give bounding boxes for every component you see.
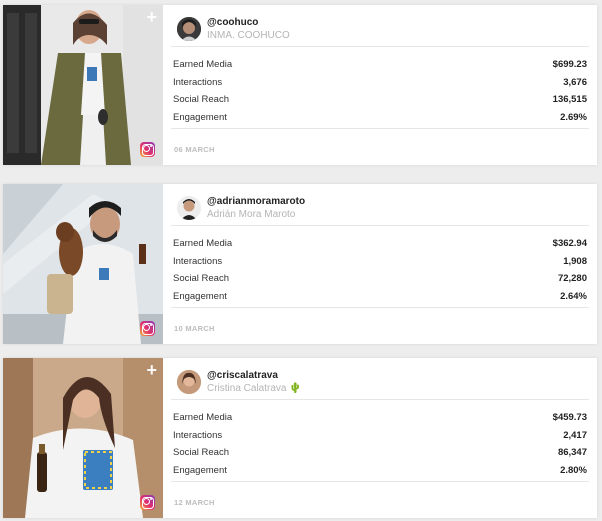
metric-value: 3,676 [563,76,587,88]
metric-row-engagement: Engagement 2.69% [171,110,589,128]
photo-criscalatrava-image [3,358,163,518]
post-info: @coohuco INMA. COOHUCO Earned Media $699… [171,5,589,165]
post-date: 06 MARCH [174,145,215,154]
metric-row-social-reach: Social Reach 86,347 [171,445,589,463]
avatar[interactable] [177,370,201,394]
post-card-coohuco[interactable]: + @coohuco INMA. COOHUCO Earned Media $6… [3,5,597,165]
photo-coohuco-image [3,5,163,165]
profile-name: Adrián Mora Maroto [207,209,296,220]
profile-handle[interactable]: @coohuco [207,17,258,28]
metric-value: 1,908 [563,255,587,267]
metric-value: 2,417 [563,429,587,441]
metric-label: Engagement [173,111,227,123]
metric-value: $362.94 [552,238,587,249]
metric-row-engagement: Engagement 2.64% [171,289,589,307]
profile-header[interactable]: @coohuco INMA. COOHUCO [171,17,589,47]
metric-label: Interactions [173,429,223,441]
metric-label: Earned Media [173,412,233,423]
divider [171,481,589,482]
metric-row-earned-media: Earned Media $699.23 [171,57,589,75]
metric-row-engagement: Engagement 2.80% [171,463,589,481]
metric-label: Earned Media [173,238,233,249]
add-icon[interactable]: + [146,8,157,26]
divider [171,225,589,226]
metric-value: 136,515 [552,94,587,105]
metric-row-earned-media: Earned Media $459.73 [171,410,589,428]
photo-adrianmoramaroto-image [3,184,163,344]
post-info: @criscalatrava Cristina Calatrava 🌵 Earn… [171,358,589,518]
metrics-table: Earned Media $699.23 Interactions 3,676 … [171,57,589,127]
metric-row-interactions: Interactions 2,417 [171,428,589,446]
profile-name: INMA. COOHUCO [207,30,290,41]
profile-name: Cristina Calatrava 🌵 [207,383,302,394]
metric-label: Earned Media [173,59,233,70]
metric-label: Social Reach [173,273,229,284]
metric-label: Interactions [173,255,223,267]
post-photo[interactable]: + [3,5,163,165]
metric-value: 86,347 [557,447,587,458]
metric-label: Interactions [173,76,223,88]
metric-value: 2.69% [560,111,587,123]
metric-value: 2.80% [560,464,587,476]
metric-value: 2.64% [560,290,587,302]
profile-header[interactable]: @criscalatrava Cristina Calatrava 🌵 [171,370,589,400]
metric-value: 72,280 [557,273,587,284]
divider [171,399,589,400]
profile-header[interactable]: @adrianmoramaroto Adrián Mora Maroto [171,196,589,226]
avatar[interactable] [177,17,201,41]
post-date: 12 MARCH [174,498,215,507]
avatar[interactable] [177,196,201,220]
metric-row-social-reach: Social Reach 136,515 [171,92,589,110]
metric-value: $459.73 [552,412,587,423]
metric-row-social-reach: Social Reach 72,280 [171,271,589,289]
add-icon[interactable]: + [146,361,157,379]
metrics-table: Earned Media $459.73 Interactions 2,417 … [171,410,589,480]
metric-label: Social Reach [173,94,229,105]
metric-row-earned-media: Earned Media $362.94 [171,236,589,254]
metrics-table: Earned Media $362.94 Interactions 1,908 … [171,236,589,306]
metric-row-interactions: Interactions 3,676 [171,75,589,93]
post-card-criscalatrava[interactable]: + @criscalatrava Cristina Calatrava 🌵 Ea… [3,358,597,518]
post-date: 10 MARCH [174,324,215,333]
metric-row-interactions: Interactions 1,908 [171,254,589,272]
profile-handle[interactable]: @adrianmoramaroto [207,196,305,207]
profile-handle[interactable]: @criscalatrava [207,370,278,381]
instagram-icon[interactable] [140,321,155,336]
metric-label: Engagement [173,464,227,476]
post-info: @adrianmoramaroto Adrián Mora Maroto Ear… [171,184,589,344]
post-card-adrianmoramaroto[interactable]: @adrianmoramaroto Adrián Mora Maroto Ear… [3,184,597,344]
post-photo[interactable] [3,184,163,344]
metric-label: Social Reach [173,447,229,458]
metric-label: Engagement [173,290,227,302]
divider [171,307,589,308]
metric-value: $699.23 [552,59,587,70]
instagram-icon[interactable] [140,495,155,510]
divider [171,128,589,129]
instagram-icon[interactable] [140,142,155,157]
post-photo[interactable]: + [3,358,163,518]
divider [171,46,589,47]
